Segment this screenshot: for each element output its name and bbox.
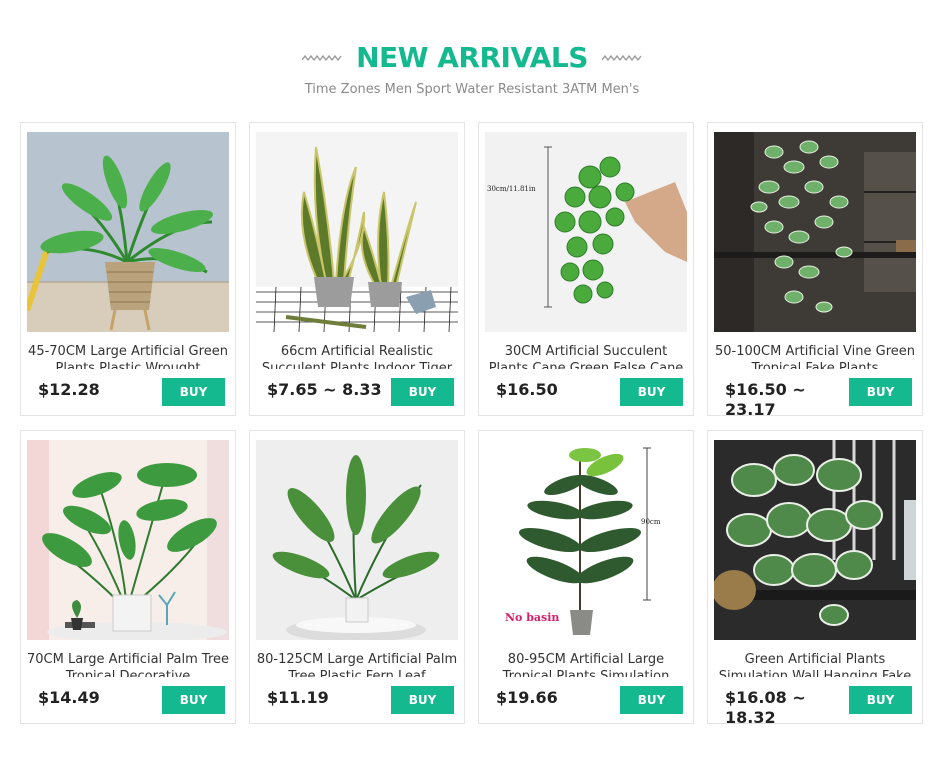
buy-button[interactable]: BUY — [391, 686, 454, 714]
product-card[interactable]: 90cm No basin 80-95CM Artificial Large T… — [478, 430, 694, 724]
product-price: $7.65 ~ 8.33 — [267, 380, 382, 399]
product-grid: 45-70CM Large Artificial Green Plants Pl… — [20, 122, 924, 727]
product-price: $16.50 ~ 23.17 — [725, 380, 806, 419]
product-price: $19.66 — [496, 688, 558, 707]
product-price: $16.08 ~ 18.32 — [725, 688, 806, 727]
section-title: NEW ARRIVALS — [356, 41, 588, 74]
size-label: 30cm/11.81in — [487, 185, 536, 193]
zigzag-ornament-left-icon — [302, 54, 342, 62]
size-label: 90cm — [641, 518, 661, 526]
no-basin-note: No basin — [505, 611, 559, 624]
product-image[interactable]: 30cm/11.81in — [485, 132, 687, 332]
product-title[interactable]: 80-125CM Large Artificial Palm Tree Plas… — [256, 651, 458, 677]
title-row: NEW ARRIVALS — [0, 40, 944, 76]
product-image[interactable] — [27, 440, 229, 640]
product-price: $11.19 — [267, 688, 329, 707]
product-title[interactable]: 66cm Artificial Realistic Succulent Plan… — [256, 343, 458, 369]
product-image[interactable] — [27, 132, 229, 332]
product-title[interactable]: 80-95CM Artificial Large Tropical Plants… — [485, 651, 687, 677]
product-title[interactable]: 30CM Artificial Succulent Plants Cane Gr… — [485, 343, 687, 369]
product-price: $14.49 — [38, 688, 100, 707]
buy-button[interactable]: BUY — [162, 686, 225, 714]
product-title[interactable]: 45-70CM Large Artificial Green Plants Pl… — [27, 343, 229, 369]
zigzag-ornament-right-icon — [601, 54, 642, 62]
buy-button[interactable]: BUY — [162, 378, 225, 406]
product-title[interactable]: 50-100CM Artificial Vine Green Tropical … — [714, 343, 916, 369]
buy-button[interactable]: BUY — [849, 378, 912, 406]
product-image[interactable] — [714, 132, 916, 332]
product-image[interactable] — [256, 440, 458, 640]
product-image[interactable]: 90cm No basin — [485, 440, 687, 640]
product-card[interactable]: 30cm/11.81in 30CM Artificial Succulent P… — [478, 122, 694, 416]
product-card[interactable]: Green Artificial Plants Simulation Wall … — [707, 430, 923, 727]
buy-button[interactable]: BUY — [849, 686, 912, 714]
buy-button[interactable]: BUY — [391, 378, 454, 406]
product-card[interactable]: 66cm Artificial Realistic Succulent Plan… — [249, 122, 465, 416]
product-title[interactable]: Green Artificial Plants Simulation Wall … — [714, 651, 916, 677]
product-card[interactable]: 70CM Large Artificial Palm Tree Tropical… — [20, 430, 236, 724]
product-image[interactable] — [256, 132, 458, 332]
product-card[interactable]: 45-70CM Large Artificial Green Plants Pl… — [20, 122, 236, 416]
section-subtitle: Time Zones Men Sport Water Resistant 3AT… — [304, 82, 640, 97]
product-image[interactable] — [714, 440, 916, 640]
product-card[interactable]: 80-125CM Large Artificial Palm Tree Plas… — [249, 430, 465, 724]
buy-button[interactable]: BUY — [620, 686, 683, 714]
product-title[interactable]: 70CM Large Artificial Palm Tree Tropical… — [27, 651, 229, 677]
product-price: $16.50 — [496, 380, 558, 399]
product-price: $12.28 — [38, 380, 100, 399]
section-header: NEW ARRIVALS Time Zones Men Sport Water … — [0, 40, 944, 97]
buy-button[interactable]: BUY — [620, 378, 683, 406]
product-card[interactable]: 50-100CM Artificial Vine Green Tropical … — [707, 122, 923, 419]
